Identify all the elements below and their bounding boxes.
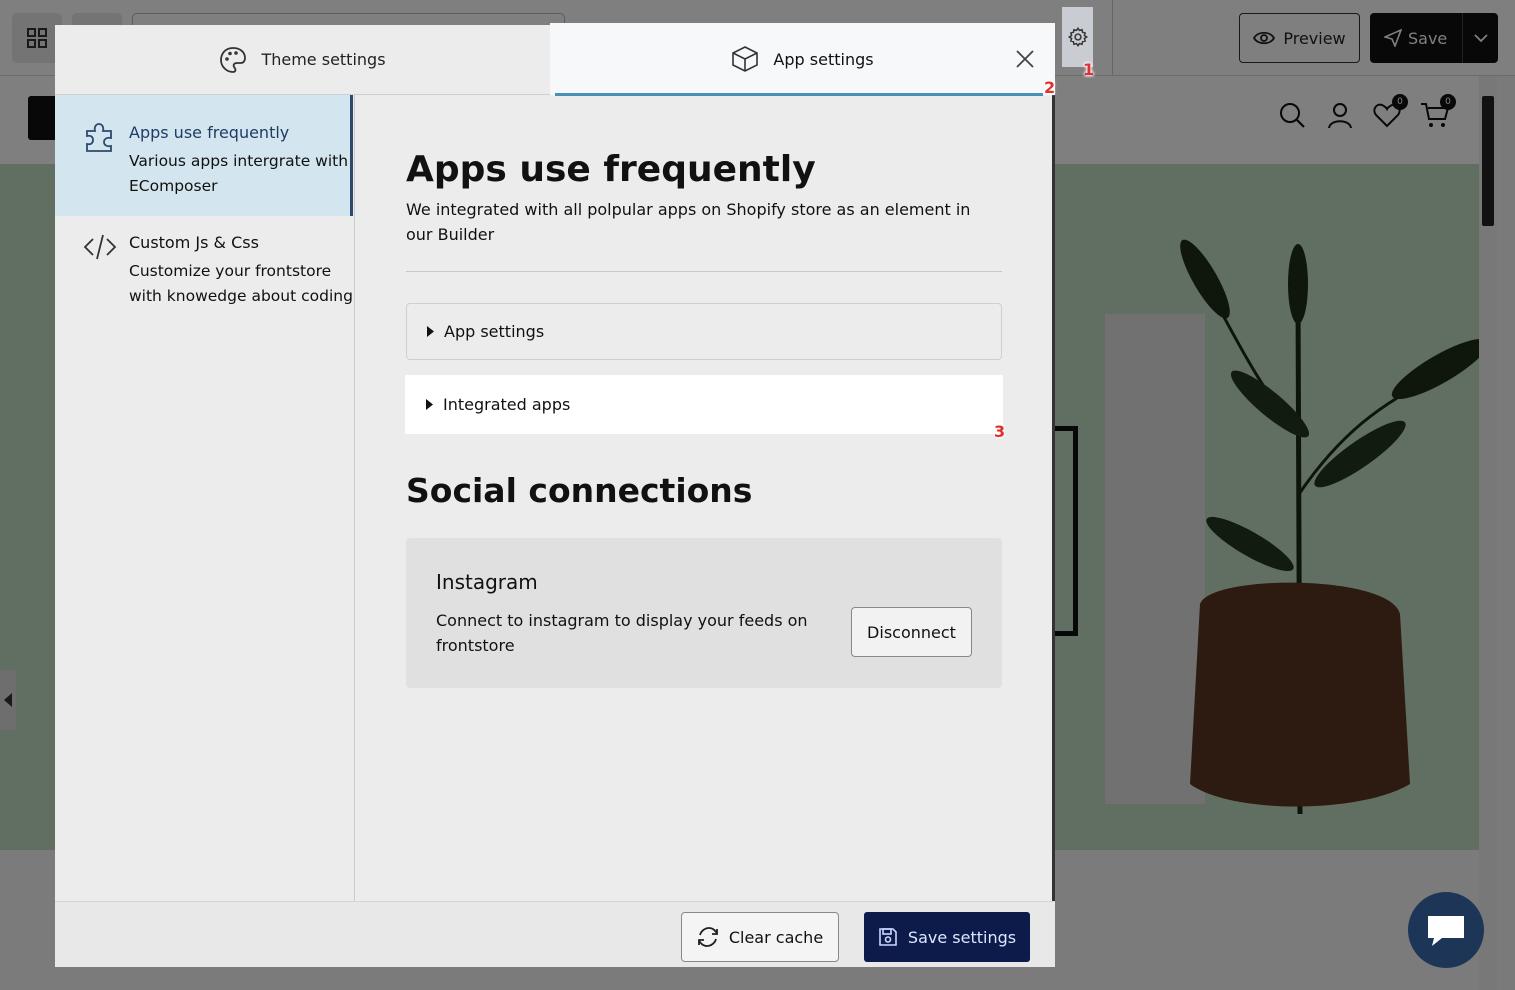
sidebar-item-apps-use-frequently[interactable]: Apps use frequently Various apps intergr… [55,95,353,216]
save-settings-label: Save settings [907,927,1017,947]
sidebar-item-desc: Various apps intergrate with EComposer [129,152,349,195]
accordion-label: Integrated apps [443,395,571,414]
refresh-icon [697,927,718,947]
floppy-icon [879,928,897,946]
tab-theme-settings[interactable]: Theme settings [55,25,550,95]
annotation-marker: 3 [994,422,1006,441]
instagram-title: Instagram [436,570,538,594]
instagram-card: Instagram Connect to instagram to displa… [406,538,1002,688]
modal-footer: Clear cache Save settings [55,901,1055,967]
sidebar-item-custom-js-css[interactable]: Custom Js & Css Customize your frontstor… [55,216,353,346]
instagram-desc: Connect to instagram to display your fee… [436,611,808,655]
annotation-marker: 1 [1083,60,1095,79]
sidebar-item-desc: Customize your frontstore with knowedge … [129,262,353,305]
chat-icon [1428,916,1464,946]
settings-sidebar: Apps use frequently Various apps intergr… [55,95,355,901]
accordion-label: App settings [444,322,545,341]
caret-right-icon [426,399,433,410]
annotation-marker: 2 [1044,78,1056,97]
page-intro: We integrated with all polpular apps on … [406,200,971,244]
code-icon [83,234,117,260]
gear-icon [1067,27,1088,47]
chat-button[interactable] [1408,892,1484,968]
save-settings-button[interactable]: Save settings [864,912,1030,962]
caret-right-icon [427,326,434,337]
settings-modal: Theme settings App settings Apps use fre… [55,23,1055,967]
tab-app-label: App settings [773,49,874,69]
accordion-integrated-apps[interactable]: Integrated apps [406,376,1002,433]
clear-cache-label: Clear cache [728,927,824,947]
sidebar-item-title: Custom Js & Css [129,233,259,252]
social-connections-heading: Social connections [406,471,753,510]
tab-app-settings[interactable]: App settings [550,23,1055,96]
puzzle-icon [86,123,112,152]
close-icon [1016,50,1034,68]
settings-button[interactable] [1062,7,1093,67]
box-icon [732,46,759,72]
sidebar-item-title: Apps use frequently [129,123,290,142]
active-tab-underline [555,93,1043,96]
disconnect-button[interactable]: Disconnect [851,607,972,657]
palette-icon [220,46,247,73]
close-modal-button[interactable] [1013,47,1037,71]
page-title: Apps use frequently [406,149,816,190]
accordion-app-settings[interactable]: App settings [406,303,1002,360]
section-divider [406,271,1002,272]
clear-cache-button[interactable]: Clear cache [681,912,839,962]
tab-theme-label: Theme settings [261,50,386,69]
